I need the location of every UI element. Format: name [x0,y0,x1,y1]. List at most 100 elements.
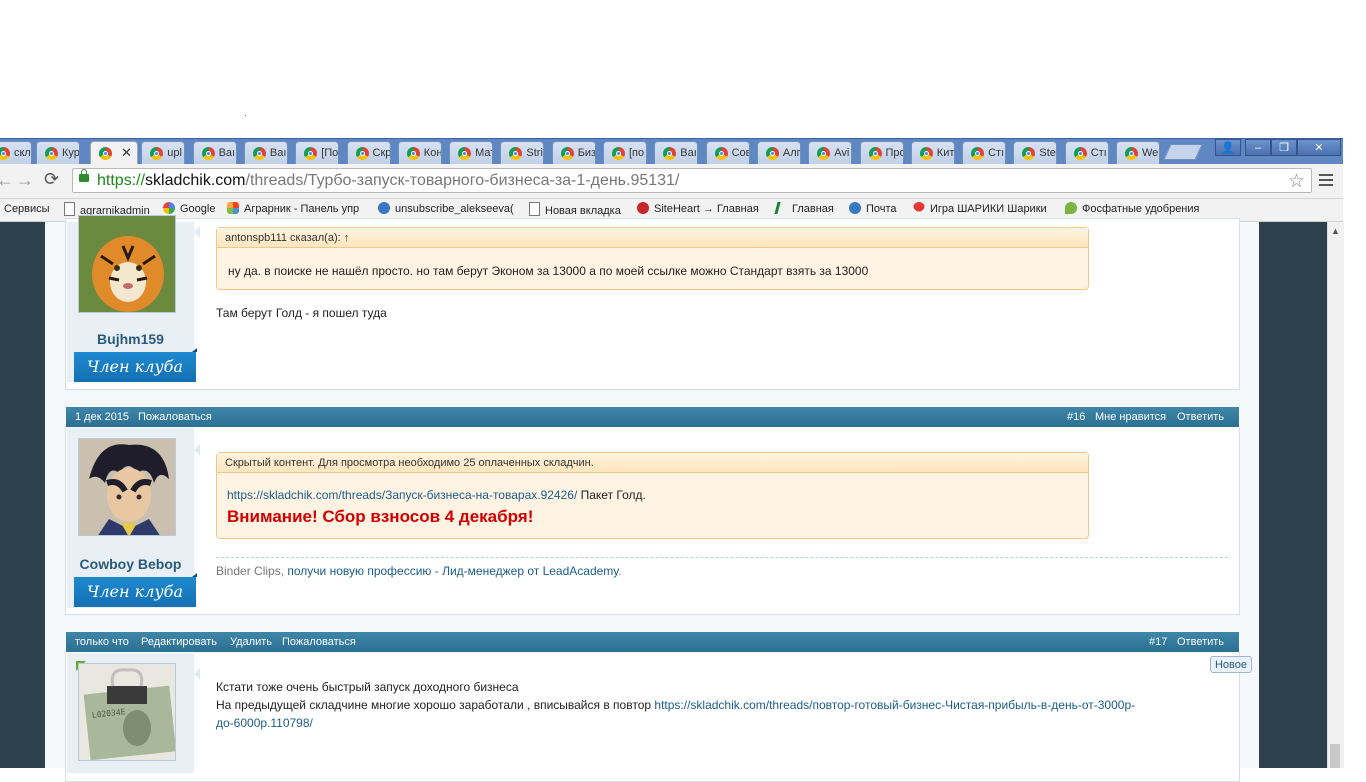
browser-tab[interactable]: Биз [551,141,596,165]
siteheart-icon [637,202,649,214]
browser-tab[interactable]: ✕ [90,141,138,166]
restore-button[interactable]: ❐ [1271,139,1297,156]
profile-button[interactable]: 👤 [1215,139,1241,156]
report-link[interactable]: Пожаловаться [282,636,356,648]
hidden-content-link[interactable]: https://skladchik.com/threads/Запуск-биз… [227,488,577,502]
chrome-menu-icon[interactable] [1319,174,1333,188]
post-date[interactable]: только что [75,636,129,648]
chrome-favicon-icon [663,147,677,160]
bookmark-item[interactable]: Главная [774,202,834,215]
post-body-text: На предыдущей складчине многие хорошо за… [216,698,655,712]
message-arrow [194,444,200,456]
avatar[interactable] [78,438,176,536]
browser-tab[interactable]: Ste [1013,141,1058,165]
browser-tab[interactable]: Кон [397,141,442,165]
chrome-favicon-icon [868,147,882,160]
bookmark-label: Главная [792,203,834,215]
tab-title: Мат [475,147,492,159]
username[interactable]: Bujhm159 [67,331,194,347]
browser-tab[interactable]: upl [141,141,186,165]
avatar[interactable] [78,215,176,313]
edit-link[interactable]: Редактировать [141,636,217,648]
minimize-button[interactable]: ‒ [1245,139,1271,156]
browser-tab[interactable]: Ваı [192,141,237,165]
chrome-favicon-icon [509,147,523,160]
post-header-bar: только что Редактировать Удалить Пожалов… [66,632,1239,652]
signature-suffix: . [618,564,622,578]
quote-text: ну да. в поиске не нашёл просто. но там … [228,264,869,278]
forward-button[interactable]: → [16,170,34,191]
scroll-thumb[interactable] [1330,744,1340,768]
post-number[interactable]: #17 [1149,636,1167,648]
bookmark-item[interactable]: Google [163,202,215,215]
chrome-favicon-icon [1125,147,1138,160]
avatar[interactable]: L02034E [78,663,176,761]
tab-title: Ваı [218,147,236,159]
hidden-content-notice: Скрытый контент. Для просмотра необходим… [225,457,594,469]
chrome-favicon-icon [0,147,10,160]
reply-link[interactable]: Ответить [1177,411,1224,423]
post-body: Там берут Голд - я пошел туда [216,306,387,320]
bookmark-label: Google [180,203,216,215]
bookmark-item[interactable]: Аграрник - Панель упр [227,202,359,215]
repeat-thread-link[interactable]: https://skladchik.com/threads/повтор-гот… [654,698,1135,712]
mail-icon [849,202,861,214]
reply-link[interactable]: Ответить [1177,636,1224,648]
post-number[interactable]: #16 [1067,411,1085,423]
bookmark-label: SiteHeart → Главная [654,203,759,215]
browser-tab[interactable]: скл [0,141,32,165]
repeat-thread-link-continued[interactable]: до-6000р.110798/ [216,716,313,730]
browser-tab[interactable]: Мат [449,141,494,165]
address-bar[interactable]: https://skladchik.com/threads/Турбо-запу… [72,168,1312,193]
quote-author[interactable]: antonspb111 сказал(а): ↑ [225,232,349,244]
bookmark-item[interactable]: Игра ШАРИКИ Шарики [913,202,1047,215]
browser-tab[interactable]: Скр [346,141,391,165]
browser-tab[interactable]: Алг [756,141,801,165]
tab-close-icon[interactable]: ✕ [121,145,132,161]
browser-tab[interactable]: Про [859,141,904,165]
bookmark-item[interactable]: Сервисы [4,202,50,215]
quote-block: antonspb111 сказал(а): ↑ ну да. в поиске… [216,227,1089,290]
browser-tab[interactable]: Стı [962,141,1007,165]
bookmark-star-icon[interactable]: ☆ [1288,170,1305,193]
bookmark-item[interactable]: Почта [849,202,897,215]
tab-title: Ваı [680,147,697,159]
chrome-favicon-icon [612,147,625,160]
browser-tab[interactable]: Стı [1064,141,1109,165]
window-close-button[interactable]: ✕ [1297,139,1341,156]
browser-tab[interactable]: [По [295,141,340,165]
bookmark-item[interactable]: unsubscribe_alekseeva( [378,202,514,215]
bookmark-label: Новая вкладка [545,205,621,217]
browser-tab[interactable]: Кур [36,141,80,165]
signature-link[interactable]: получи новую профессию - Лид-менеджер от… [287,564,618,578]
like-link[interactable]: Мне нравится [1095,411,1166,423]
chrome-favicon-icon [99,147,112,160]
scrollbar[interactable] [1327,222,1344,768]
report-link[interactable]: Пожаловаться [138,411,212,423]
reload-button[interactable]: ⟳ [44,169,59,190]
bookmark-item[interactable]: Фосфатные удобрения [1065,202,1199,215]
chrome-favicon-icon [817,147,831,160]
browser-tab[interactable]: We [1116,141,1160,165]
back-button[interactable]: ← [0,170,14,191]
post-date[interactable]: 1 дек 2015 [75,411,129,423]
page-icon [64,202,75,216]
browser-tab[interactable]: Ваı [654,141,699,165]
bookmark-label: Сервисы [4,203,50,215]
bookmark-label: Почта [866,203,897,215]
user-rank-badge: Член клуба [74,348,197,382]
browser-tab[interactable]: [по [603,141,647,165]
browser-tab[interactable]: Stri [500,141,545,165]
post-body-line-2: На предыдущей складчине многие хорошо за… [216,698,1135,712]
browser-tab[interactable]: Avi [808,141,853,165]
bookmark-item[interactable]: Новая вкладка [529,202,621,217]
delete-link[interactable]: Удалить [230,636,272,648]
scroll-up-icon[interactable]: ▲ [1331,226,1340,236]
bookmark-item[interactable]: SiteHeart → Главная [637,202,759,215]
browser-tab[interactable]: Ваı [243,141,288,165]
chrome-favicon-icon [201,147,215,160]
username[interactable]: Cowboy Bebop [67,556,194,572]
browser-tab[interactable]: Сов [705,141,750,165]
browser-tab[interactable]: Кит [910,141,955,165]
tab-title: Стı [1090,147,1107,159]
